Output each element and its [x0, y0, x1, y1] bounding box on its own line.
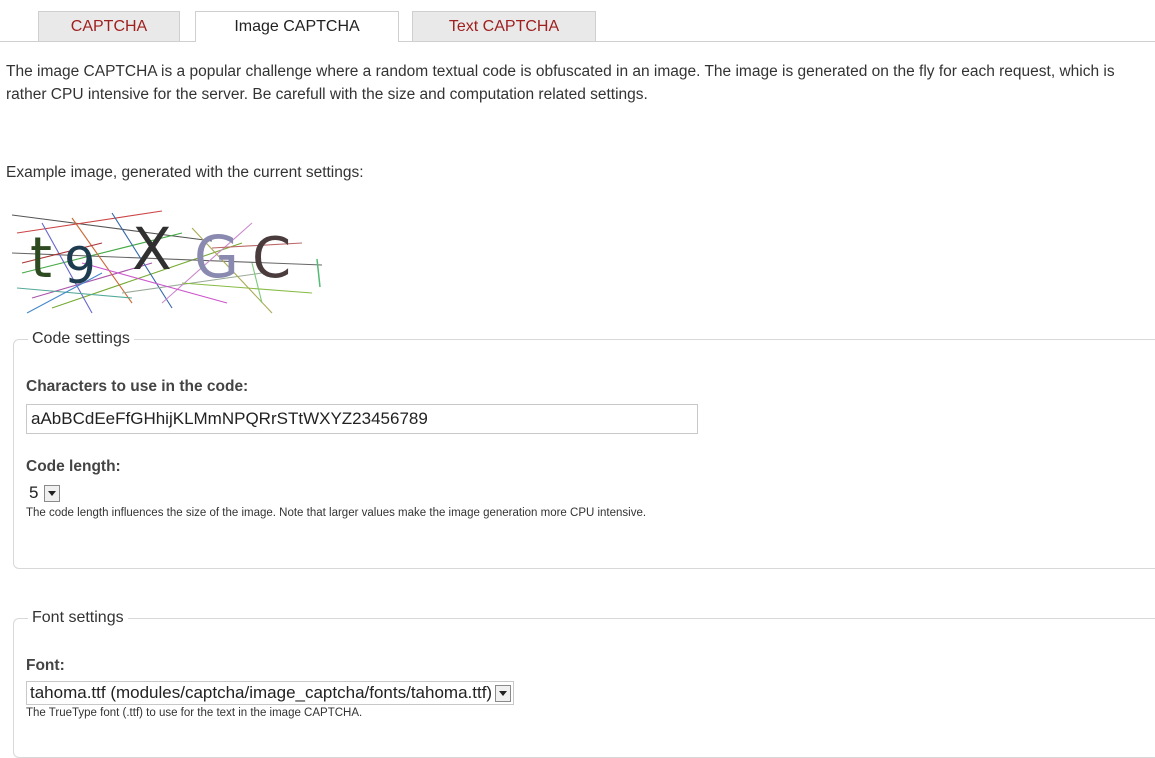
captcha-example-image: t 9 X G C: [12, 210, 323, 314]
tab-bar-underline: [0, 41, 1155, 42]
code-length-label: Code length:: [26, 458, 121, 475]
code-length-value: 5: [29, 483, 39, 502]
chevron-down-icon[interactable]: [495, 684, 512, 702]
font-settings-fieldset: Font settings Font: tahoma.ttf (modules/…: [13, 609, 1155, 758]
font-description: The TrueType font (.ttf) to use for the …: [26, 707, 363, 719]
tab-bar: CAPTCHA Image CAPTCHA Text CAPTCHA: [0, 0, 1155, 42]
svg-text:9: 9: [64, 237, 96, 295]
font-settings-legend: Font settings: [28, 609, 128, 627]
intro-text: The image CAPTCHA is a popular challenge…: [6, 63, 1115, 103]
font-label: Font:: [26, 657, 65, 674]
font-select-value: tahoma.ttf (modules/captcha/image_captch…: [30, 683, 493, 702]
chevron-down-icon[interactable]: [44, 484, 61, 502]
svg-text:t: t: [30, 226, 52, 291]
characters-label: Characters to use in the code:: [26, 378, 249, 395]
code-length-select[interactable]: 5: [26, 482, 61, 504]
tab-captcha[interactable]: CAPTCHA: [38, 11, 180, 41]
svg-text:X: X: [132, 215, 172, 283]
code-length-description: The code length influences the size of t…: [26, 507, 647, 519]
example-image-label: Example image, generated with the curren…: [6, 164, 364, 181]
code-settings-fieldset: Code settings Characters to use in the c…: [13, 330, 1155, 569]
svg-text:C: C: [252, 226, 291, 291]
svg-text:G: G: [194, 223, 239, 291]
characters-input[interactable]: [26, 404, 698, 434]
font-select[interactable]: tahoma.ttf (modules/captcha/image_captch…: [26, 681, 515, 705]
code-settings-legend: Code settings: [28, 330, 134, 348]
tab-text-captcha[interactable]: Text CAPTCHA: [412, 11, 596, 41]
tab-image-captcha[interactable]: Image CAPTCHA: [195, 11, 399, 42]
